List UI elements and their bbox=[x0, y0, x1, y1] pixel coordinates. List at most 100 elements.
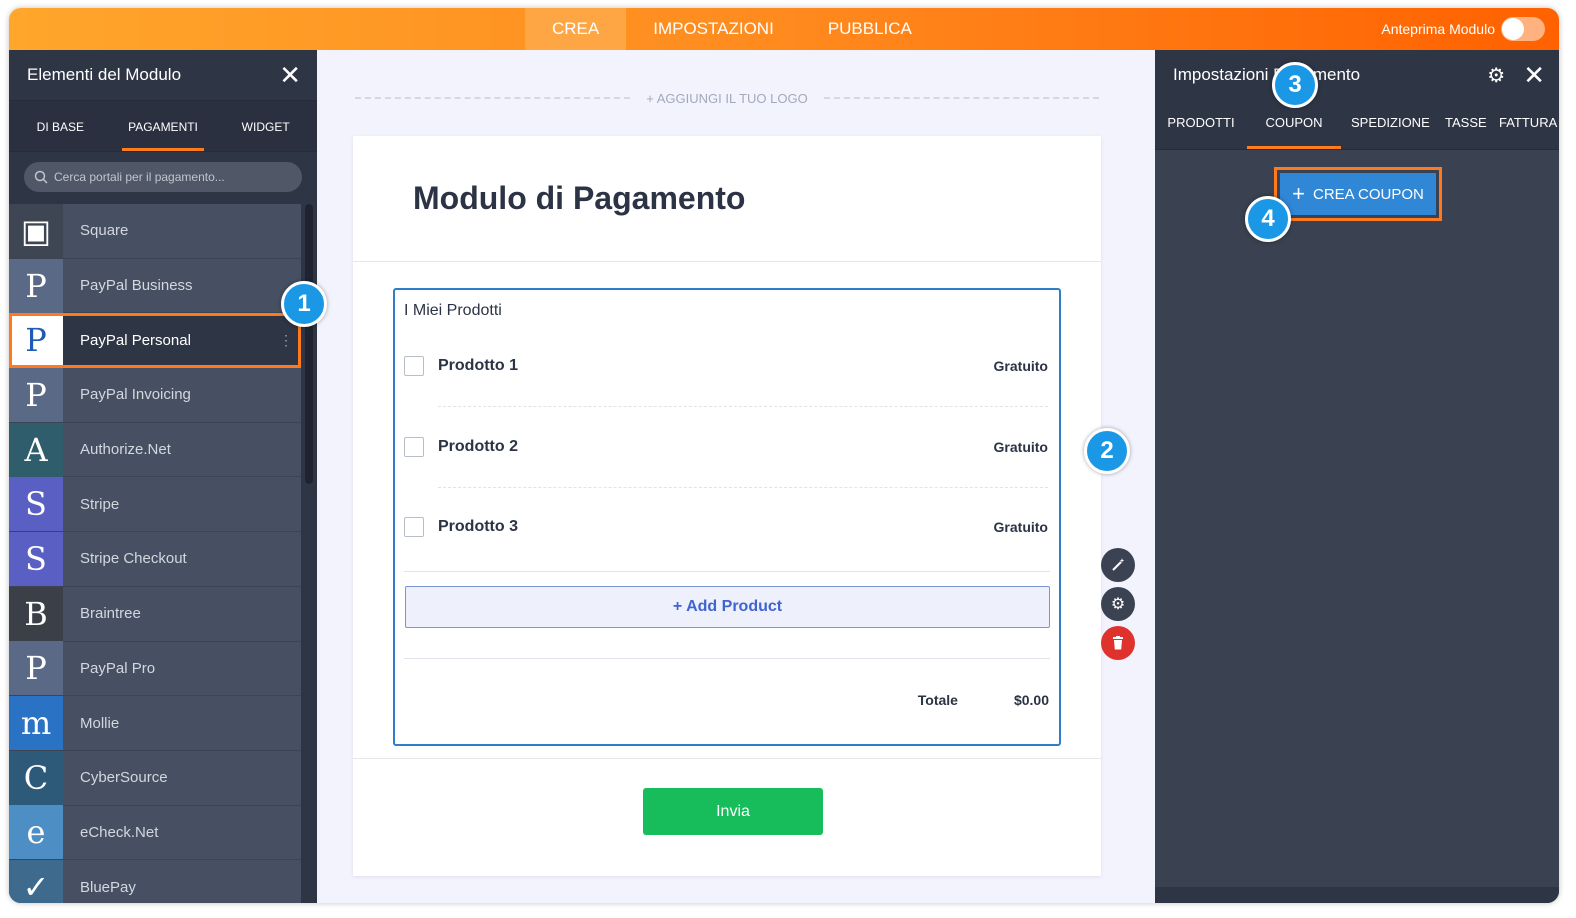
gateway-item[interactable]: P PayPal Personal ⋮ bbox=[9, 313, 301, 369]
product-price: Gratuito bbox=[993, 358, 1048, 374]
search-wrapper: Cerca portali per il pagamento... bbox=[9, 152, 317, 204]
tab-impostazioni[interactable]: IMPOSTAZIONI bbox=[626, 8, 801, 50]
trash-icon[interactable] bbox=[1101, 626, 1135, 660]
divider bbox=[353, 758, 1101, 759]
gateway-item[interactable]: P PayPal Invoicing bbox=[9, 367, 301, 423]
product-name: Prodotto 2 bbox=[438, 438, 518, 455]
square-icon: ▣ bbox=[9, 203, 63, 258]
create-coupon-button[interactable]: + CREA COUPON bbox=[1280, 173, 1436, 215]
add-logo-label[interactable]: + AGGIUNGI IL TUO LOGO bbox=[630, 91, 823, 106]
row-separator bbox=[404, 658, 1050, 659]
gateway-name: Stripe bbox=[80, 495, 120, 513]
dashed-line bbox=[355, 97, 631, 99]
dashed-line bbox=[823, 97, 1099, 99]
gateway-name: eCheck.Net bbox=[80, 823, 159, 841]
total-row: Totale $0.00 bbox=[918, 692, 1049, 708]
preview-label: Anteprima Modulo bbox=[1381, 21, 1495, 37]
tab-widget[interactable]: WIDGET bbox=[214, 101, 317, 151]
bluepay-icon: ✓ bbox=[9, 860, 63, 903]
form-card: Modulo di Pagamento I Miei Prodotti Prod… bbox=[353, 136, 1135, 876]
add-product-button[interactable]: + Add Product bbox=[405, 586, 1050, 628]
tab-crea[interactable]: CREA bbox=[525, 8, 627, 50]
form-canvas: + AGGIUNGI IL TUO LOGO Modulo di Pagamen… bbox=[317, 50, 1155, 903]
gateway-name: Braintree bbox=[80, 605, 141, 623]
gateway-name: PayPal Invoicing bbox=[80, 386, 191, 404]
gateway-name: CyberSource bbox=[80, 769, 168, 787]
row-separator bbox=[438, 487, 1048, 488]
products-label: I Miei Prodotti bbox=[404, 302, 502, 319]
form-elements-panel: Elementi del Modulo ✕ DI BASE PAGAMENTI … bbox=[9, 50, 317, 903]
callout-badge: 4 bbox=[1245, 196, 1291, 242]
payment-settings-panel: Impostazioni Pagamento ⚙ ✕ PRODOTTI COUP… bbox=[1155, 50, 1559, 903]
gateway-name: Stripe Checkout bbox=[80, 550, 187, 568]
close-icon[interactable]: ✕ bbox=[279, 62, 301, 88]
top-nav: CREA IMPOSTAZIONI PUBBLICA bbox=[525, 8, 939, 50]
mollie-icon: m bbox=[9, 696, 63, 751]
product-checkbox[interactable] bbox=[404, 437, 424, 457]
top-bar: CREA IMPOSTAZIONI PUBBLICA Anteprima Mod… bbox=[9, 8, 1559, 50]
braintree-icon: B bbox=[9, 586, 63, 641]
product-price: Gratuito bbox=[993, 439, 1048, 455]
field-tools: ⚙ bbox=[1101, 548, 1135, 660]
gateway-item[interactable]: ▣ Square bbox=[9, 203, 301, 259]
gateway-item[interactable]: A Authorize.Net bbox=[9, 422, 301, 478]
echeck-net-icon: e bbox=[9, 805, 63, 860]
gateway-item[interactable]: P PayPal Business bbox=[9, 258, 301, 314]
product-price: Gratuito bbox=[993, 519, 1048, 535]
callout-badge: 2 bbox=[1084, 428, 1130, 474]
gateway-name: PayPal Pro bbox=[80, 659, 156, 677]
product-checkbox[interactable] bbox=[404, 356, 424, 376]
left-panel-tabs: DI BASE PAGAMENTI WIDGET bbox=[9, 100, 317, 152]
gateway-list: ▣ Square P PayPal Business P PayPal Personal ⋮… bbox=[9, 203, 301, 903]
gateway-item[interactable]: m Mollie bbox=[9, 696, 301, 751]
gateway-item[interactable]: S Stripe bbox=[9, 477, 301, 533]
total-label: Totale bbox=[917, 692, 958, 708]
product-list-field[interactable]: I Miei Prodotti Prodotto 1 Gratuito Prod… bbox=[393, 288, 1061, 746]
search-icon bbox=[34, 170, 48, 184]
gateway-item[interactable]: e eCheck.Net bbox=[9, 805, 301, 861]
preview-toggle[interactable] bbox=[1501, 17, 1545, 41]
magic-wand-icon[interactable] bbox=[1101, 548, 1135, 582]
gateway-name: Square bbox=[80, 222, 129, 240]
gateway-item[interactable]: S Stripe Checkout bbox=[9, 531, 301, 587]
scrollbar-thumb[interactable] bbox=[305, 204, 313, 484]
authorize-net-icon: A bbox=[9, 422, 63, 477]
right-panel-title: Impostazioni Pagamento bbox=[1173, 65, 1361, 84]
product-row: Prodotto 1 Gratuito bbox=[404, 346, 1048, 386]
tab-prodotti[interactable]: PRODOTTI bbox=[1155, 100, 1247, 149]
close-icon[interactable]: ✕ bbox=[1523, 62, 1545, 88]
tab-tasse[interactable]: TASSE bbox=[1435, 100, 1489, 149]
panel-footer bbox=[1155, 887, 1559, 903]
form-title[interactable]: Modulo di Pagamento bbox=[413, 180, 745, 217]
stripe-icon: S bbox=[9, 477, 63, 532]
add-logo-area[interactable]: + AGGIUNGI IL TUO LOGO bbox=[355, 90, 1099, 106]
gateway-item[interactable]: C CyberSource bbox=[9, 750, 301, 806]
create-coupon-highlight: + CREA COUPON bbox=[1274, 167, 1442, 221]
plus-icon: + bbox=[1292, 181, 1305, 206]
tab-di-base[interactable]: DI BASE bbox=[9, 101, 112, 151]
submit-button[interactable]: Invia bbox=[643, 788, 823, 835]
more-options-icon[interactable]: ⋮ bbox=[279, 332, 293, 349]
stripe-checkout-icon: S bbox=[9, 531, 63, 586]
right-panel-header: Impostazioni Pagamento ⚙ ✕ bbox=[1155, 50, 1559, 100]
cybersource-icon: C bbox=[9, 750, 63, 805]
tab-pubblica[interactable]: PUBBLICA bbox=[801, 8, 939, 50]
tab-fattura[interactable]: FATTURA bbox=[1489, 100, 1559, 149]
gateway-name: PayPal Business bbox=[80, 277, 193, 295]
callout-badge: 3 bbox=[1272, 62, 1318, 108]
search-placeholder: Cerca portali per il pagamento... bbox=[54, 170, 225, 184]
gear-icon[interactable]: ⚙ bbox=[1487, 63, 1505, 88]
product-row: Prodotto 3 Gratuito bbox=[404, 507, 1048, 547]
gear-icon[interactable]: ⚙ bbox=[1101, 587, 1135, 621]
tab-pagamenti[interactable]: PAGAMENTI bbox=[112, 101, 215, 151]
product-row: Prodotto 2 Gratuito bbox=[404, 427, 1048, 467]
tab-spedizione[interactable]: SPEDIZIONE bbox=[1341, 100, 1435, 149]
preview-toggle-group: Anteprima Modulo bbox=[1381, 8, 1545, 50]
gateway-item[interactable]: B Braintree bbox=[9, 586, 301, 642]
gateway-search-input[interactable]: Cerca portali per il pagamento... bbox=[24, 162, 302, 192]
product-name: Prodotto 1 bbox=[438, 357, 518, 374]
product-checkbox[interactable] bbox=[404, 517, 424, 537]
gateway-item[interactable]: ✓ BluePay bbox=[9, 860, 301, 903]
paypal-business-icon: P bbox=[9, 258, 63, 313]
gateway-item[interactable]: P PayPal Pro bbox=[9, 641, 301, 697]
